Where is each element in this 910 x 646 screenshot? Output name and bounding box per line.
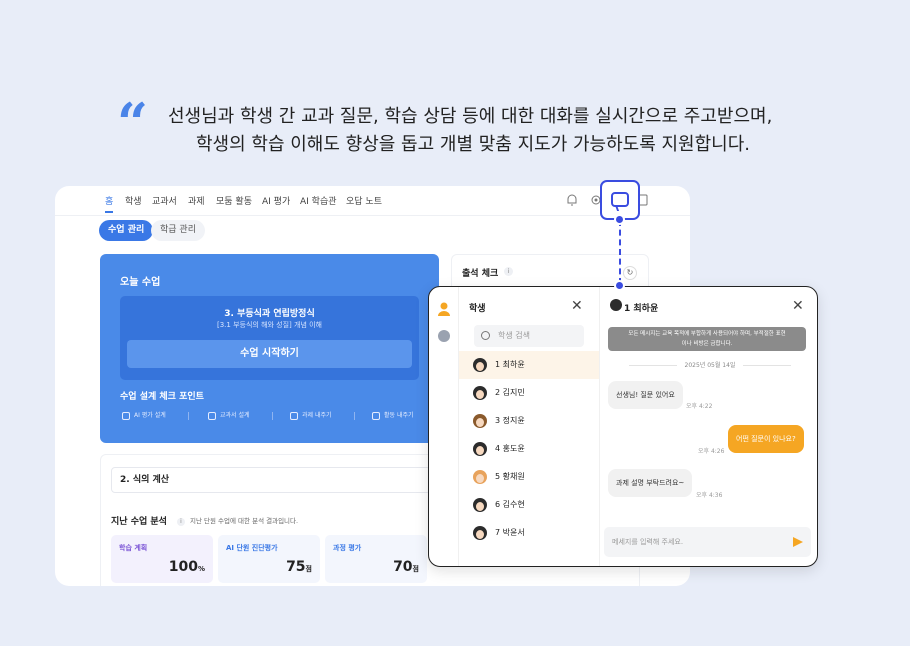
score-label: 학습 계획 [119, 544, 148, 552]
score-value: 100% [168, 559, 205, 575]
avatar [473, 386, 487, 400]
student-list-item[interactable]: 5 황채원 [459, 463, 599, 491]
student-list-pane: 학생 ✕ 학생 검색 1 최하윤 2 김지민 3 정지윤 4 홍도윤 5 황채원… [459, 287, 599, 566]
student-list-item[interactable]: 6 김수현 [459, 491, 599, 519]
bell-icon[interactable] [565, 193, 579, 207]
message-bubble-outgoing: 어떤 질문이 있나요? [728, 425, 804, 453]
student-list-item[interactable]: 3 정지윤 [459, 407, 599, 435]
chat-panel: 학생 ✕ 학생 검색 1 최하윤 2 김지민 3 정지윤 4 홍도윤 5 황채원… [428, 286, 818, 567]
chat-notice: 모든 메시지는 교육 목적에 부합하게 사용되어야 하며, 부적절한 표현 이나… [608, 327, 806, 351]
chat-pane: 1 최하윤 ✕ 모든 메시지는 교육 목적에 부합하게 사용되어야 하며, 부적… [599, 287, 817, 566]
lesson-name: 3. 부등식과 연립방정식 [224, 309, 315, 319]
score-label: 과정 평가 [333, 544, 362, 552]
quote-icon: “ [117, 91, 149, 155]
nav-item-textbook[interactable]: 교과서 [152, 194, 177, 207]
score-card-process[interactable]: 과정 평가 70점 [325, 535, 427, 583]
attendance-title: 출석 체크 [462, 269, 499, 279]
tab-homeroom-management[interactable]: 학급 관리 [151, 220, 205, 241]
score-value: 70점 [393, 559, 419, 575]
lesson-box: 3. 부등식과 연립방정식 [3.1 부등식의 해와 성질] 개념 이해 수업 … [120, 296, 419, 380]
message-time: 오후 4:26 [698, 448, 725, 455]
avatar [473, 526, 487, 540]
student-list-title: 학생 [469, 304, 486, 314]
search-icon [481, 331, 490, 340]
nav-item-ai-eval[interactable]: AI 평가 [262, 194, 290, 207]
message-icon[interactable] [438, 330, 450, 342]
avatar [610, 299, 622, 311]
send-icon[interactable] [793, 537, 803, 547]
headline: 선생님과 학생 간 교과 질문, 학습 상담 등에 대한 대화를 실시간으로 주… [168, 103, 828, 159]
chip-ai-eval-design[interactable]: AI 평가 설계 [122, 410, 166, 420]
info-icon[interactable]: i [177, 518, 185, 526]
nav-item-students[interactable]: 학생 [125, 194, 142, 207]
user-icon[interactable] [438, 302, 450, 316]
nav-item-assignment[interactable]: 과제 [188, 194, 205, 207]
chip-assign-activity[interactable]: 활동 내주기 [372, 410, 414, 420]
activity-icon [372, 411, 380, 420]
nav-item-wrong-answer-note[interactable]: 오답 노트 [346, 194, 382, 207]
textbook-icon [208, 411, 216, 420]
chat-date-divider: 2025년 05월 14일 [600, 360, 817, 369]
student-list-item[interactable]: 7 박윤서 [459, 519, 599, 547]
topic-select[interactable]: 2. 식의 계산 [111, 467, 431, 493]
nav-item-ai-learning[interactable]: AI 학습관 [300, 194, 337, 207]
avatar [473, 358, 487, 372]
tab-class-management[interactable]: 수업 관리 [99, 220, 154, 241]
score-card-ai-diagnosis[interactable]: AI 단원 진단평가 75점 [218, 535, 320, 583]
message-time: 오후 4:36 [696, 492, 723, 499]
today-class-card: 오늘 수업 3. 부등식과 연립방정식 [3.1 부등식의 해와 성질] 개념 … [100, 254, 439, 443]
panel-rail [429, 287, 459, 566]
message-bubble-incoming: 선생님! 질문 있어요 [608, 381, 683, 409]
close-icon[interactable]: ✕ [571, 299, 583, 313]
chip-assign-homework[interactable]: 과제 내주기 [290, 410, 332, 420]
check-point-title: 수업 설계 체크 포인트 [120, 392, 204, 402]
message-time: 오후 4:22 [686, 403, 713, 410]
score-label: AI 단원 진단평가 [226, 544, 278, 552]
message-input[interactable]: 메세지를 입력해 주세요. [604, 527, 811, 557]
page: “ 선생님과 학생 간 교과 질문, 학습 상담 등에 대한 대화를 실시간으로… [0, 0, 910, 646]
info-icon[interactable]: i [504, 267, 513, 276]
score-value: 75점 [286, 559, 312, 575]
top-nav: 홈 학생 교과서 과제 모둠 활동 AI 평가 AI 학습관 오답 노트 [55, 186, 690, 216]
ai-eval-icon [122, 411, 130, 420]
nav-item-group-activity[interactable]: 모둠 활동 [216, 194, 252, 207]
message-bubble-incoming: 과제 설명 부탁드려요~ [608, 469, 693, 497]
avatar [473, 498, 487, 512]
check-point-chips: AI 평가 설계 교과서 설계 과제 내주기 활동 내주기 [122, 410, 422, 424]
student-list-item[interactable]: 2 김지민 [459, 379, 599, 407]
divider [354, 412, 355, 420]
lesson-subtitle: [3.1 부등식의 해와 성질] 개념 이해 [217, 321, 322, 329]
headline-line2: 학생의 학습 이해도 향상을 돕고 개별 맞춤 지도가 가능하도록 지원합니다. [196, 134, 751, 155]
chip-textbook-design[interactable]: 교과서 설계 [208, 410, 250, 420]
nav-item-home[interactable]: 홈 [105, 194, 114, 213]
avatar [473, 414, 487, 428]
connector-dot-top [614, 214, 625, 225]
avatar [473, 442, 487, 456]
prev-analysis-title: 지난 수업 분석 [111, 517, 167, 527]
today-title: 오늘 수업 [120, 277, 161, 288]
avatar [473, 470, 487, 484]
chat-contact-name: 1 최하윤 [624, 304, 659, 314]
start-class-button[interactable]: 수업 시작하기 [127, 340, 412, 368]
student-search-input[interactable]: 학생 검색 [474, 325, 584, 347]
chat-bubble-glyph [611, 192, 629, 207]
clipboard-icon [290, 411, 298, 420]
prev-analysis-desc: i 지난 단원 수업에 대한 분석 결과입니다. [177, 515, 298, 526]
connector-dot-bottom [614, 280, 625, 291]
student-list-item[interactable]: 4 홍도윤 [459, 435, 599, 463]
headline-line1: 선생님과 학생 간 교과 질문, 학습 상담 등에 대한 대화를 실시간으로 주… [168, 106, 773, 127]
refresh-icon[interactable]: ↻ [623, 266, 637, 280]
close-icon[interactable]: ✕ [792, 299, 804, 313]
connector-line [619, 220, 621, 284]
divider [188, 412, 189, 420]
score-card-plan[interactable]: 학습 계획 100% [111, 535, 213, 583]
student-list-item[interactable]: 1 최하윤 [459, 351, 599, 379]
divider [272, 412, 273, 420]
